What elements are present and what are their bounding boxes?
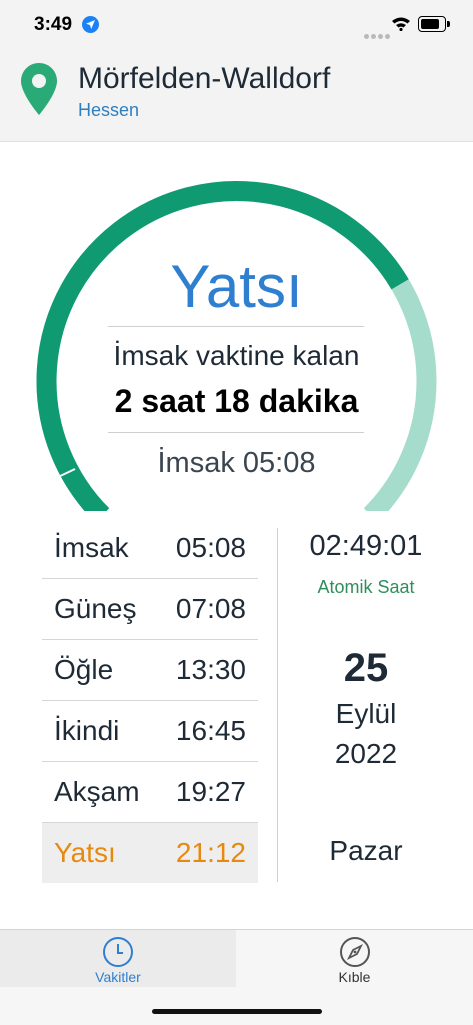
column-divider (277, 528, 278, 882)
date-weekday: Pazar (329, 835, 403, 866)
time-remaining: 2 saat 18 dakika (114, 383, 359, 419)
next-prayer-time: İmsak 05:08 (157, 447, 316, 479)
prayer-row-aksam: Akşam 19:27 (42, 762, 258, 823)
prayer-row-yatsi: Yatsı 21:12 (42, 823, 258, 883)
status-time: 3:49 (34, 14, 73, 35)
location-arrow-icon (82, 16, 99, 33)
prayer-name: İkindi (54, 715, 120, 746)
status-bar: 3:49 (0, 0, 473, 52)
date-day: 25 (343, 646, 389, 690)
prayer-row-ikindi: İkindi 16:45 (42, 701, 258, 762)
divider (108, 326, 364, 327)
prayer-time: 16:45 (175, 715, 246, 746)
date-month: Eylül (335, 698, 397, 729)
prayer-times-list: İmsak 05:08 Güneş 07:08 Öğle 13:30 İkind… (42, 518, 258, 883)
tab-vakitler[interactable]: Vakitler (0, 930, 236, 987)
home-indicator (152, 1009, 322, 1014)
prayer-name: Öğle (54, 654, 114, 685)
prayer-time: 19:27 (175, 776, 246, 807)
prayer-row-ogle: Öğle 13:30 (42, 640, 258, 701)
tab-label: Kıble (338, 969, 371, 985)
signal-icon (364, 26, 392, 44)
prayer-name: İmsak (54, 532, 129, 563)
prayer-time: 07:08 (175, 593, 246, 624)
prayer-row-gunes: Güneş 07:08 (42, 579, 258, 640)
battery-icon (418, 16, 450, 32)
tab-kible[interactable]: Kıble (236, 930, 473, 987)
prayer-name: Güneş (54, 593, 137, 624)
atomic-clock-time: 02:49:01 (309, 530, 423, 562)
prayer-time: 13:30 (175, 654, 246, 685)
prayer-time: 21:12 (175, 837, 246, 868)
wifi-icon (392, 17, 410, 31)
next-prayer-label: İmsak vaktine kalan (113, 340, 360, 371)
divider (108, 432, 364, 433)
tab-label: Vakitler (95, 969, 141, 985)
prayer-row-imsak: İmsak 05:08 (42, 518, 258, 579)
prayer-name: Akşam (54, 776, 140, 807)
date-year: 2022 (334, 738, 398, 769)
prayer-name: Yatsı (54, 837, 116, 868)
clock-icon (103, 937, 133, 967)
city-name: Mörfelden-Walldorf (78, 62, 331, 95)
location-header[interactable]: Mörfelden-Walldorf Hessen (0, 52, 473, 142)
map-pin-icon (21, 63, 57, 115)
compass-icon (339, 937, 370, 967)
region-name: Hessen (78, 100, 140, 120)
prayer-time: 05:08 (175, 532, 246, 563)
atomic-clock-label: Atomik Saat (317, 577, 415, 597)
current-prayer-title: Yatsı (170, 253, 303, 320)
